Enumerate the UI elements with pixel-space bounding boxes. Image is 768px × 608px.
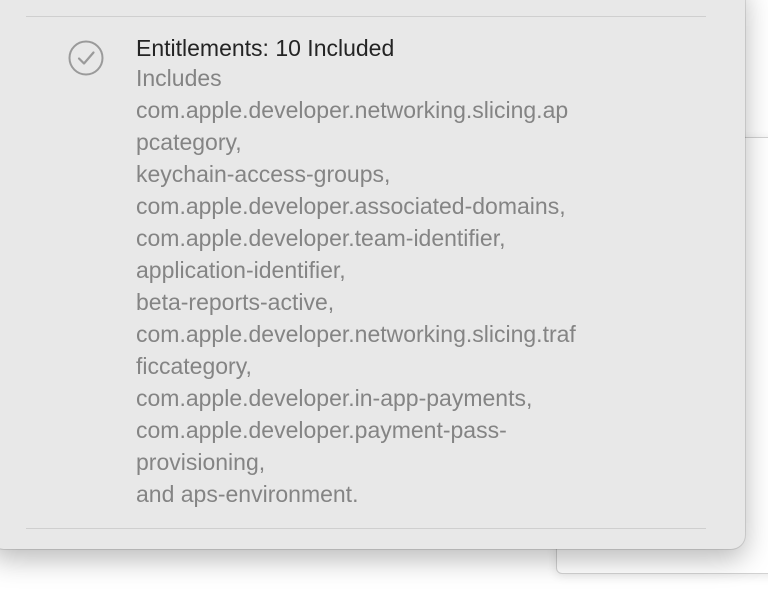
description-line: com.apple.developer.networking.slicing.a… [136, 97, 569, 123]
description-line: keychain-access-groups, [136, 161, 391, 187]
description-line: Includes [136, 65, 222, 91]
description-line: provisioning, [136, 449, 266, 475]
description-line: com.apple.developer.in-app-payments, [136, 385, 533, 411]
entitlements-title: Entitlements: 10 Included [136, 35, 395, 61]
description-line: com.apple.developer.team-identifier, [136, 225, 506, 251]
description-line: ficcategory, [136, 353, 252, 379]
description-line: com.apple.developer.associated-domains, [136, 193, 566, 219]
entitlements-description: Includes com.apple.developer.networking.… [136, 62, 576, 510]
description-line: pcategory, [136, 129, 242, 155]
entitlements-popover: Entitlements: 10 Included Includes com.a… [0, 0, 745, 549]
description-line: com.apple.developer.networking.slicing.t… [136, 321, 576, 347]
bottom-divider [26, 528, 706, 529]
description-line: application-identifier, [136, 257, 346, 283]
description-line: com.apple.developer.payment-pass- [136, 417, 507, 443]
description-line: beta-reports-active, [136, 289, 335, 315]
checkmark-circle-icon [68, 40, 104, 76]
description-line: and aps-environment. [136, 481, 359, 507]
top-divider [26, 16, 706, 17]
